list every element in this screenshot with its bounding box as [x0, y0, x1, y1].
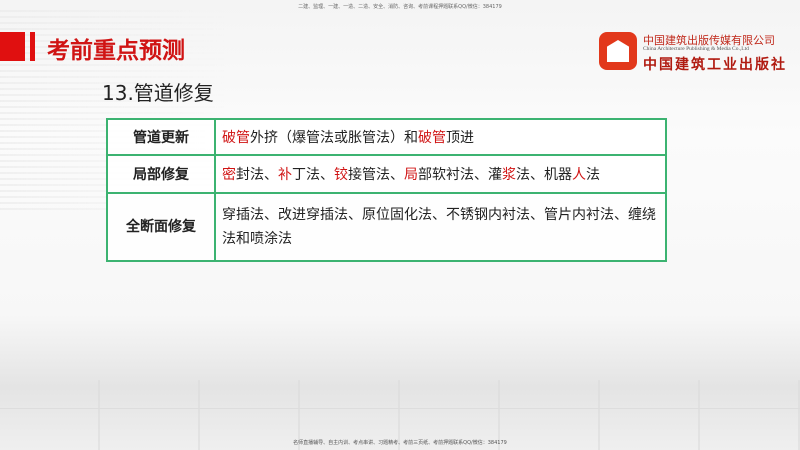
highlighted-text: 局	[404, 167, 418, 183]
row-label: 管道更新	[106, 118, 216, 156]
highlighted-text: 破管	[418, 130, 446, 146]
row-label: 全断面修复	[106, 192, 216, 262]
pipe-repair-table: 管道更新 破管外挤（爆管法或胀管法）和破管顶进 局部修复 密封法、补丁法、铰接管…	[106, 118, 667, 262]
table-row: 全断面修复 穿插法、改进穿插法、原位固化法、不锈钢内衬法、管片内衬法、缠绕法和喷…	[106, 192, 667, 262]
logo-press-name: 中国建筑工业出版社	[643, 57, 787, 73]
highlighted-text: 破管	[222, 130, 250, 146]
content-text: 法	[586, 167, 600, 183]
content-text: 丁法、	[292, 167, 334, 183]
content-text: 封法、	[236, 167, 278, 183]
top-notice: 二建、监理、一建、一造、二造、安全、消防、咨询、考前课程押题联系QQ/微信：38…	[298, 4, 502, 10]
publisher-logo: 中国建筑出版传媒有限公司 China Architecture Publishi…	[597, 30, 797, 78]
publisher-logo-icon	[599, 32, 637, 70]
table-row: 局部修复 密封法、补丁法、铰接管法、局部软衬法、灌浆法、机器人法	[106, 154, 667, 194]
title-accent-block	[0, 32, 25, 61]
content-text: 顶进	[446, 130, 474, 146]
highlighted-text: 人	[572, 167, 586, 183]
content-text: 外挤（爆管法或胀管法）和	[250, 130, 418, 146]
title-accent-bar	[30, 32, 35, 61]
content-text: 部软衬法、灌	[418, 167, 502, 183]
logo-en-name: China Architecture Publishing & Media Co…	[643, 46, 749, 52]
page-title: 考前重点预测	[47, 38, 185, 64]
content-text: 法、机器	[516, 167, 572, 183]
row-content: 密封法、补丁法、铰接管法、局部软衬法、灌浆法、机器人法	[214, 154, 667, 194]
content-text: 穿插法、改进穿插法、原位固化法、不锈钢内衬法、管片内衬法、缠绕法和喷涂法	[222, 207, 656, 247]
row-content: 破管外挤（爆管法或胀管法）和破管顶进	[214, 118, 667, 156]
row-content: 穿插法、改进穿插法、原位固化法、不锈钢内衬法、管片内衬法、缠绕法和喷涂法	[214, 192, 667, 262]
highlighted-text: 铰	[334, 167, 348, 183]
highlighted-text: 浆	[502, 167, 516, 183]
footer-notice: 名师直播辅导、自主内训、考点串讲、习题精考、考前三页纸、考前押题联系QQ/微信：…	[293, 440, 507, 446]
section-subtitle: 13.管道修复	[102, 81, 214, 105]
highlighted-text: 补	[278, 167, 292, 183]
highlighted-text: 密	[222, 167, 236, 183]
row-label: 局部修复	[106, 154, 216, 194]
content-text: 接管法、	[348, 167, 404, 183]
table-row: 管道更新 破管外挤（爆管法或胀管法）和破管顶进	[106, 118, 667, 156]
